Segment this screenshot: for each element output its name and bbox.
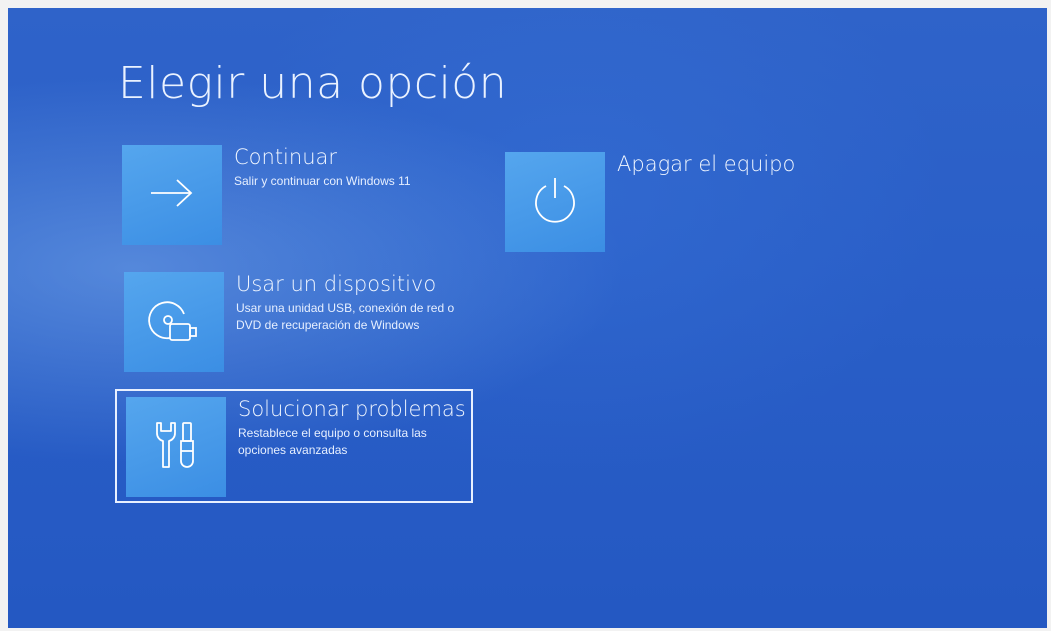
option-description: Restablece el equipo o consulta las opci… [238, 426, 427, 457]
disc-usb-icon [146, 294, 202, 351]
use-device-tile [124, 272, 224, 372]
troubleshoot-option[interactable]: Solucionar problemas Restablece el equip… [126, 397, 466, 497]
continue-tile [122, 145, 222, 245]
arrow-right-icon [149, 178, 195, 213]
troubleshoot-tile [126, 397, 226, 497]
option-title: Usar un dispositivo [236, 272, 437, 296]
recovery-screen: Elegir una opción Continuar Salir y cont… [8, 8, 1047, 628]
option-title: Apagar el equipo [617, 152, 796, 176]
option-title: Continuar [234, 145, 338, 169]
continue-option[interactable]: Continuar Salir y continuar con Windows … [122, 145, 482, 245]
option-description: Salir y continuar con Windows 11 [234, 174, 411, 188]
power-icon [529, 174, 581, 231]
use-device-option[interactable]: Usar un dispositivo Usar una unidad USB,… [124, 272, 484, 372]
option-description: Usar una unidad USB, conexión de red o D… [236, 301, 455, 332]
tools-icon [151, 417, 201, 478]
option-title: Solucionar problemas [238, 397, 466, 421]
shutdown-option[interactable]: Apagar el equipo [505, 152, 805, 252]
shutdown-tile [505, 152, 605, 252]
page-title: Elegir una opción [118, 58, 508, 109]
